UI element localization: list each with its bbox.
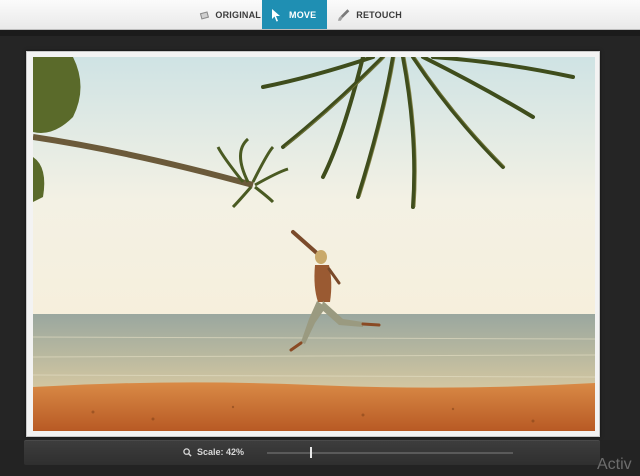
scale-slider-track[interactable] xyxy=(267,452,513,454)
photo-icon xyxy=(199,10,210,20)
scale-label: Scale: 42% xyxy=(197,447,245,457)
tab-move-label: MOVE xyxy=(289,9,317,20)
tab-original[interactable]: ORIGINAL xyxy=(195,0,261,29)
scale-readout: Scale: 42% xyxy=(183,447,244,457)
scale-slider-thumb[interactable] xyxy=(310,447,312,458)
tab-retouch-label: RETOUCH xyxy=(356,9,402,20)
tab-retouch[interactable]: RETOUCH xyxy=(332,0,402,29)
tab-move[interactable]: MOVE xyxy=(262,0,327,29)
magnifier-icon xyxy=(183,447,192,457)
tab-original-label: ORIGINAL xyxy=(215,9,261,20)
beach-photo[interactable] xyxy=(33,57,595,431)
cursor-icon xyxy=(272,8,280,21)
scale-bar: Scale: 42% xyxy=(24,440,600,465)
brush-icon xyxy=(337,8,350,21)
activation-watermark: Activ xyxy=(597,456,632,473)
toolbar: ORIGINAL MOVE RETOUCH xyxy=(0,0,640,30)
